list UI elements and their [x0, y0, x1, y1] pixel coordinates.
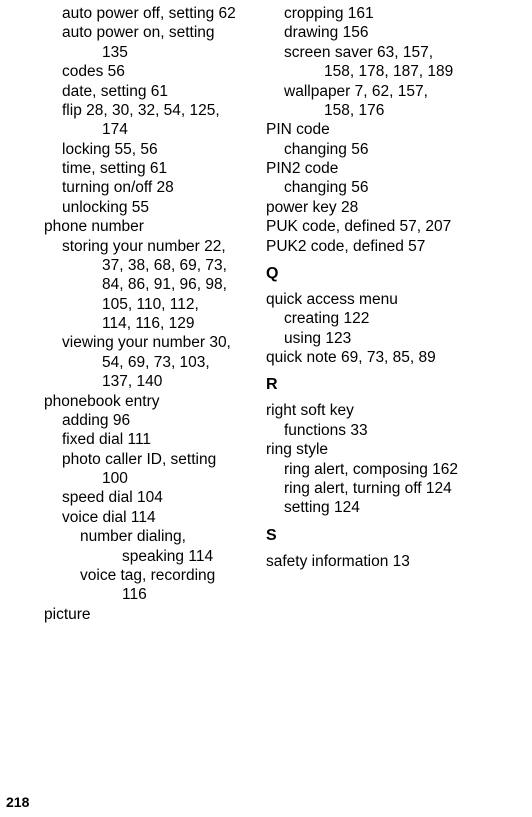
index-entry: codes 56 — [44, 62, 262, 81]
index-entry-cont: 174 — [44, 120, 262, 139]
section-heading-r: R — [266, 375, 516, 395]
index-heading: PIN code — [266, 120, 516, 139]
index-heading: phonebook entry — [44, 392, 262, 411]
index-entry-cont: 158, 178, 187, 189 — [266, 62, 516, 81]
index-entry: using 123 — [266, 329, 516, 348]
index-entry: creating 122 — [266, 309, 516, 328]
index-entry: auto power off, setting 62 — [44, 4, 262, 23]
index-entry: drawing 156 — [266, 23, 516, 42]
index-entry-cont: speaking 114 — [44, 547, 262, 566]
index-entry: viewing your number 30, — [44, 333, 262, 352]
index-heading: picture — [44, 605, 262, 624]
index-entry: changing 56 — [266, 178, 516, 197]
index-heading: right soft key — [266, 401, 516, 420]
index-entry: screen saver 63, 157, — [266, 43, 516, 62]
index-entry: wallpaper 7, 62, 157, — [266, 82, 516, 101]
index-entry-cont: 158, 176 — [266, 101, 516, 120]
index-entry: speed dial 104 — [44, 488, 262, 507]
index-entry: locking 55, 56 — [44, 140, 262, 159]
index-entry-cont: 105, 110, 112, — [44, 295, 262, 314]
index-entry: PUK2 code, defined 57 — [266, 237, 516, 256]
index-heading: ring style — [266, 440, 516, 459]
page-number: 218 — [6, 794, 29, 812]
index-entry: voice dial 114 — [44, 508, 262, 527]
index-entry: turning on/off 28 — [44, 178, 262, 197]
index-entry: auto power on, setting — [44, 23, 262, 42]
index-entry-cont: 114, 116, 129 — [44, 314, 262, 333]
index-entry: functions 33 — [266, 421, 516, 440]
index-subentry: voice tag, recording — [44, 566, 262, 585]
index-entry: quick note 69, 73, 85, 89 — [266, 348, 516, 367]
index-entry: power key 28 — [266, 198, 516, 217]
index-entry: unlocking 55 — [44, 198, 262, 217]
index-entry-cont: 116 — [44, 585, 262, 604]
index-entry-cont: 54, 69, 73, 103, — [44, 353, 262, 372]
index-entry: time, setting 61 — [44, 159, 262, 178]
index-heading: quick access menu — [266, 290, 516, 309]
index-entry-cont: 135 — [44, 43, 262, 62]
column-right: cropping 161 drawing 156 screen saver 63… — [266, 4, 520, 624]
index-entry: PUK code, defined 57, 207 — [266, 217, 516, 236]
index-heading: phone number — [44, 217, 262, 236]
section-heading-q: Q — [266, 264, 516, 284]
index-subentry: number dialing, — [44, 527, 262, 546]
index-entry: fixed dial 111 — [44, 430, 262, 449]
index-entry: adding 96 — [44, 411, 262, 430]
column-left: auto power off, setting 62 auto power on… — [12, 4, 266, 624]
section-heading-s: S — [266, 526, 516, 546]
index-entry-cont: 137, 140 — [44, 372, 262, 391]
index-entry: cropping 161 — [266, 4, 516, 23]
index-entry-cont: 100 — [44, 469, 262, 488]
index-heading: PIN2 code — [266, 159, 516, 178]
index-entry: ring alert, turning off 124 — [266, 479, 516, 498]
index-entry: flip 28, 30, 32, 54, 125, — [44, 101, 262, 120]
index-entry-cont: 37, 38, 68, 69, 73, — [44, 256, 262, 275]
index-page: auto power off, setting 62 auto power on… — [0, 0, 532, 624]
index-entry-cont: 84, 86, 91, 96, 98, — [44, 275, 262, 294]
index-entry: setting 124 — [266, 498, 516, 517]
index-entry: safety information 13 — [266, 552, 516, 571]
index-entry: ring alert, composing 162 — [266, 460, 516, 479]
index-entry: date, setting 61 — [44, 82, 262, 101]
index-entry: photo caller ID, setting — [44, 450, 262, 469]
index-entry: storing your number 22, — [44, 237, 262, 256]
index-entry: changing 56 — [266, 140, 516, 159]
